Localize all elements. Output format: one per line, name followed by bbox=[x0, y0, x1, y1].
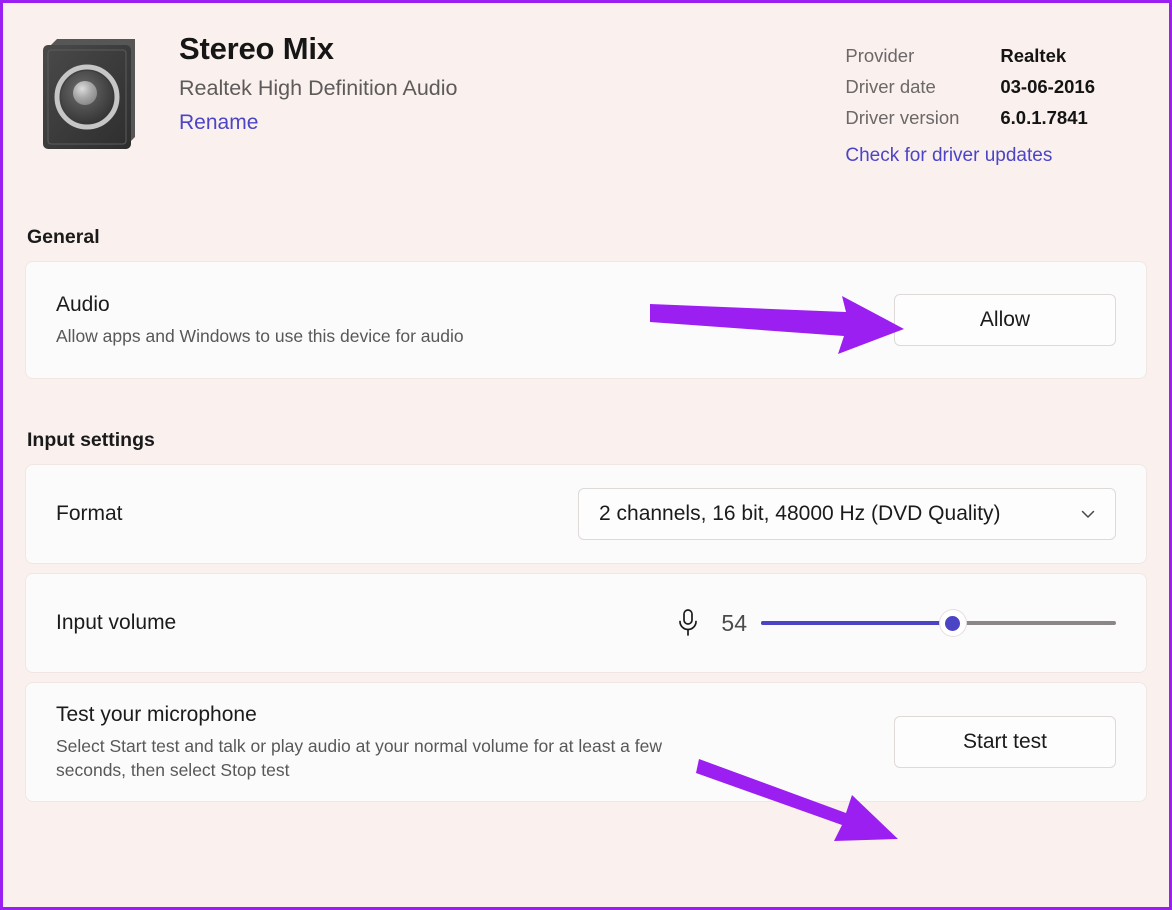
input-volume-label: Input volume bbox=[56, 610, 675, 636]
input-volume-card-text: Input volume bbox=[56, 610, 675, 636]
slider-thumb[interactable] bbox=[940, 610, 966, 636]
driver-value: Realtek bbox=[1000, 45, 1066, 67]
slider-fill bbox=[761, 621, 953, 625]
driver-value: 6.0.1.7841 bbox=[1000, 107, 1087, 129]
input-settings-section-title: Input settings bbox=[27, 429, 1147, 452]
format-dropdown[interactable]: 2 channels, 16 bit, 48000 Hz (DVD Qualit… bbox=[578, 488, 1116, 540]
format-label: Format bbox=[56, 501, 578, 527]
audio-card-title: Audio bbox=[56, 292, 894, 318]
check-for-driver-updates-link[interactable]: Check for driver updates bbox=[845, 145, 1052, 167]
input-settings-section: Input settings Format 2 channels, 16 bit… bbox=[25, 429, 1147, 802]
audio-card-text: Audio Allow apps and Windows to use this… bbox=[56, 292, 894, 348]
chevron-down-icon bbox=[1079, 505, 1097, 523]
driver-key: Driver version bbox=[845, 107, 1000, 129]
driver-value: 03-06-2016 bbox=[1000, 76, 1095, 98]
start-test-button[interactable]: Start test bbox=[894, 716, 1116, 768]
microphone-test-text: Test your microphone Select Start test a… bbox=[56, 702, 894, 783]
allow-button[interactable]: Allow bbox=[894, 294, 1116, 346]
input-volume-slider[interactable] bbox=[761, 608, 1116, 638]
driver-row-provider: Provider Realtek bbox=[845, 45, 1095, 67]
audio-card-description: Allow apps and Windows to use this devic… bbox=[56, 324, 696, 348]
driver-key: Driver date bbox=[845, 76, 1000, 98]
microphone-test-title: Test your microphone bbox=[56, 702, 894, 728]
audio-card: Audio Allow apps and Windows to use this… bbox=[25, 261, 1147, 379]
microphone-test-card: Test your microphone Select Start test a… bbox=[25, 682, 1147, 802]
general-section: General Audio Allow apps and Windows to … bbox=[25, 226, 1147, 379]
format-card-text: Format bbox=[56, 501, 578, 527]
driver-info: Provider Realtek Driver date 03-06-2016 … bbox=[845, 45, 1095, 167]
speaker-icon bbox=[39, 29, 139, 157]
microphone-icon bbox=[675, 608, 701, 638]
input-volume-value: 54 bbox=[717, 610, 747, 637]
device-subtitle: Realtek High Definition Audio bbox=[179, 76, 845, 102]
format-dropdown-value: 2 channels, 16 bit, 48000 Hz (DVD Qualit… bbox=[599, 502, 1069, 526]
general-section-title: General bbox=[27, 226, 1147, 249]
input-volume-control: 54 bbox=[675, 608, 1116, 638]
device-title-block: Stereo Mix Realtek High Definition Audio… bbox=[179, 31, 845, 135]
driver-row-version: Driver version 6.0.1.7841 bbox=[845, 107, 1095, 129]
microphone-test-description: Select Start test and talk or play audio… bbox=[56, 734, 696, 782]
driver-key: Provider bbox=[845, 45, 1000, 67]
driver-row-date: Driver date 03-06-2016 bbox=[845, 76, 1095, 98]
input-volume-card: Input volume 54 bbox=[25, 573, 1147, 673]
device-header: Stereo Mix Realtek High Definition Audio… bbox=[25, 3, 1147, 178]
settings-page: Stereo Mix Realtek High Definition Audio… bbox=[3, 3, 1169, 907]
format-card: Format 2 channels, 16 bit, 48000 Hz (DVD… bbox=[25, 464, 1147, 564]
device-name: Stereo Mix bbox=[179, 31, 845, 67]
rename-link[interactable]: Rename bbox=[179, 111, 258, 135]
